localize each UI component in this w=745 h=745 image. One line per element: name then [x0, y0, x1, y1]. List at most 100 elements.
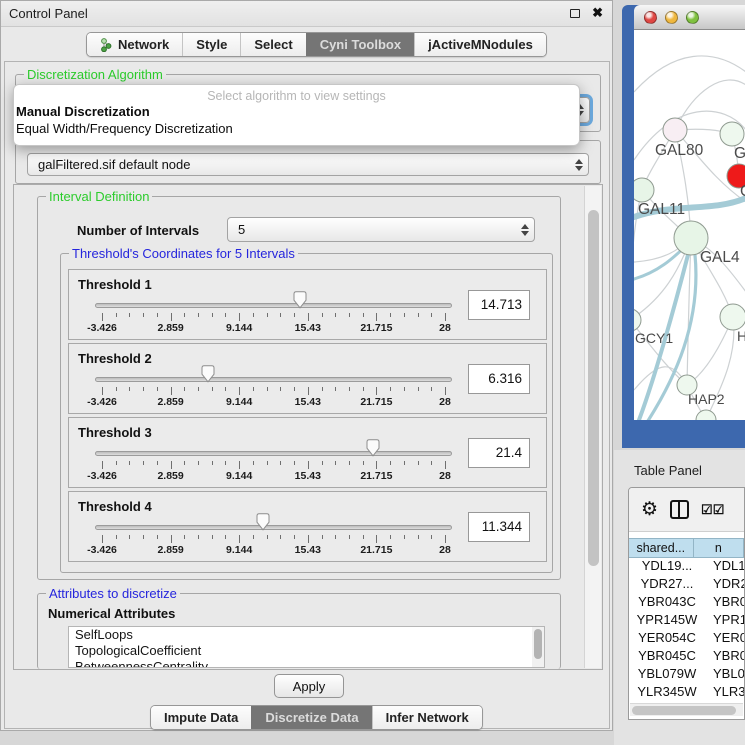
- threshold-label: Threshold 2: [78, 351, 152, 366]
- node-label: G: [734, 145, 745, 162]
- table-row[interactable]: YDL19...YDL1: [629, 558, 744, 576]
- columns-icon[interactable]: [670, 500, 689, 519]
- slider-scale-labels: -3.4262.8599.14415.4321.71528: [102, 322, 445, 334]
- threshold-slider[interactable]: -3.4262.8599.14415.4321.71528: [95, 370, 452, 412]
- scale-label: 28: [439, 470, 451, 482]
- scale-label: 28: [439, 322, 451, 334]
- table-panel-title: Table Panel: [634, 463, 702, 478]
- node-label: GAL11: [638, 201, 685, 218]
- tab-jactivemnodules[interactable]: jActiveMNodules: [414, 33, 546, 56]
- node-label: H: [737, 328, 745, 344]
- table-data-group: Table Data galFiltered.sif default node: [15, 140, 601, 184]
- slider-track[interactable]: [95, 303, 452, 308]
- tab-label: Discretize Data: [265, 710, 358, 725]
- network-node[interactable]: [720, 304, 745, 330]
- close-traffic-light-icon[interactable]: [644, 11, 657, 24]
- attribute-list-item[interactable]: SelfLoops: [69, 627, 544, 643]
- network-edge[interactable]: [634, 56, 745, 92]
- checked-checkboxes-icon[interactable]: ☑☑: [701, 502, 724, 518]
- tab-impute-data[interactable]: Impute Data: [151, 706, 251, 729]
- tab-select[interactable]: Select: [240, 33, 305, 56]
- table-rows: YDL19...YDL1YDR27...YDR2YBR043CYBR0YPR14…: [629, 558, 744, 719]
- minimize-traffic-light-icon[interactable]: [665, 11, 678, 24]
- threshold-row-2: Threshold 2 -3.4262.8599.14415.4321.71528…: [68, 343, 547, 414]
- slider-thumb[interactable]: [365, 439, 380, 462]
- cell-shared-name: YDL19...: [629, 558, 705, 576]
- column-header-2[interactable]: n: [694, 538, 744, 558]
- cell-name: YBL0: [705, 666, 744, 684]
- network-node[interactable]: [663, 118, 687, 142]
- slider-track[interactable]: [95, 377, 452, 382]
- float-icon[interactable]: [570, 9, 580, 18]
- table-row[interactable]: YDR27...YDR2: [629, 576, 744, 594]
- slider-thumb[interactable]: [256, 513, 271, 536]
- tab-infer-network[interactable]: Infer Network: [372, 706, 482, 729]
- table-row[interactable]: YBR045CYBR0: [629, 648, 744, 666]
- table-row[interactable]: YBL079WYBL0: [629, 666, 744, 684]
- scale-label: 9.144: [226, 470, 252, 482]
- table-row[interactable]: YBR043CYBR0: [629, 594, 744, 612]
- slider-ticks: [102, 387, 445, 395]
- slider-track[interactable]: [95, 525, 452, 530]
- node-label: GAL4: [700, 249, 740, 266]
- scale-label: 15.43: [295, 322, 321, 334]
- algorithm-option-manual[interactable]: Manual Discretization: [14, 103, 579, 120]
- threshold-value-field[interactable]: 21.4: [468, 438, 530, 468]
- gear-icon[interactable]: ⚙: [641, 500, 658, 519]
- network-window-titlebar[interactable]: [634, 5, 745, 30]
- network-canvas[interactable]: GAL80GCGAL11GAL4GCY1HHAP2: [634, 30, 745, 420]
- scale-label: 2.859: [157, 396, 183, 408]
- table-toolbar: ⚙ ☑☑: [629, 488, 744, 532]
- combo-arrows-icon: [570, 159, 588, 171]
- slider-thumb[interactable]: [292, 291, 307, 314]
- scale-label: 15.43: [295, 544, 321, 556]
- attribute-list-item[interactable]: BetweennessCentrality: [69, 659, 544, 668]
- zoom-traffic-light-icon[interactable]: [686, 11, 699, 24]
- threshold-label: Threshold 3: [78, 425, 152, 440]
- tab-network[interactable]: Network: [87, 33, 182, 56]
- top-tab-bar: NetworkStyleSelectCyni ToolboxjActiveMNo…: [86, 32, 547, 57]
- threshold-row-1: Threshold 1 -3.4262.8599.14415.4321.71528…: [68, 269, 547, 340]
- threshold-slider[interactable]: -3.4262.8599.14415.4321.71528: [95, 518, 452, 560]
- scrollbar-thumb[interactable]: [534, 629, 542, 659]
- vertical-scrollbar[interactable]: [584, 186, 601, 668]
- apply-button[interactable]: Apply: [274, 674, 344, 698]
- table-data-combobox[interactable]: galFiltered.sif default node: [27, 153, 589, 176]
- network-node[interactable]: [720, 122, 744, 146]
- column-header-1[interactable]: shared...: [629, 538, 694, 558]
- threshold-label: Threshold 1: [78, 277, 152, 292]
- scrollbar-thumb[interactable]: [632, 706, 736, 715]
- tab-discretize-data[interactable]: Discretize Data: [251, 706, 371, 729]
- numerical-attributes-list[interactable]: SelfLoopsTopologicalCoefficientBetweenne…: [68, 626, 545, 668]
- cell-name: YDR2: [705, 576, 744, 594]
- tab-cyni-toolbox[interactable]: Cyni Toolbox: [306, 33, 414, 56]
- threshold-value-field[interactable]: 6.316: [468, 364, 530, 394]
- scrollbar-thumb[interactable]: [588, 210, 599, 566]
- attributes-list-scrollbar[interactable]: [532, 627, 544, 667]
- network-node[interactable]: [696, 410, 716, 420]
- threshold-value-field[interactable]: 11.344: [468, 512, 530, 542]
- algorithm-option-equal-width[interactable]: Equal Width/Frequency Discretization: [14, 120, 579, 137]
- network-node[interactable]: [634, 178, 654, 202]
- slider-track[interactable]: [95, 451, 452, 456]
- slider-thumb[interactable]: [201, 365, 216, 388]
- tab-label: Impute Data: [164, 710, 238, 725]
- threshold-slider[interactable]: -3.4262.8599.14415.4321.71528: [95, 296, 452, 338]
- attribute-list-item[interactable]: TopologicalCoefficient: [69, 643, 544, 659]
- number-of-intervals-combobox[interactable]: 5: [227, 217, 535, 242]
- table-row[interactable]: YER054CYER0: [629, 630, 744, 648]
- network-view-window: GAL80GCGAL11GAL4GCY1HHAP2: [622, 5, 745, 448]
- threshold-label: Threshold 4: [78, 499, 152, 514]
- attributes-group-title: Attributes to discretize: [46, 586, 180, 601]
- threshold-value-field[interactable]: 14.713: [468, 290, 530, 320]
- horizontal-scrollbar[interactable]: [630, 703, 743, 716]
- cell-shared-name: YBR043C: [629, 594, 705, 612]
- cell-shared-name: YER054C: [629, 630, 705, 648]
- scale-label: -3.426: [87, 396, 117, 408]
- table-row[interactable]: YPR145WYPR1: [629, 612, 744, 630]
- tab-style[interactable]: Style: [182, 33, 240, 56]
- threshold-slider[interactable]: -3.4262.8599.14415.4321.71528: [95, 444, 452, 486]
- table-row[interactable]: YLR345WYLR3: [629, 684, 744, 702]
- algorithm-placeholder-option[interactable]: Select algorithm to view settings: [14, 85, 579, 103]
- close-icon[interactable]: ✖: [592, 5, 603, 21]
